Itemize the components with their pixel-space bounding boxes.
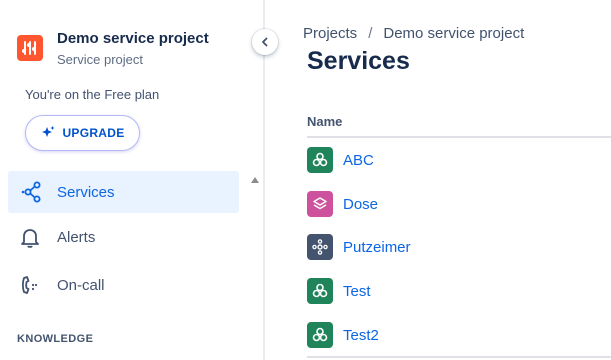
- table-row: Dose: [307, 189, 611, 219]
- chevron-left-icon: [262, 37, 268, 47]
- upgrade-label: UPGRADE: [62, 126, 125, 140]
- breadcrumb-projects[interactable]: Projects: [303, 25, 357, 42]
- layers-icon: [307, 191, 333, 217]
- table-row: Putzeimer: [307, 232, 611, 262]
- section-heading-knowledge: KNOWLEDGE: [17, 333, 94, 345]
- project-type: Service project: [57, 52, 143, 67]
- project-name: Demo service project: [57, 30, 209, 47]
- table-row: Test2: [307, 320, 611, 350]
- sidebar: Demo service project Service project You…: [0, 0, 263, 360]
- service-link[interactable]: Putzeimer: [343, 239, 411, 256]
- upgrade-button[interactable]: UPGRADE: [25, 115, 140, 151]
- breadcrumb: Projects / Demo service project: [303, 25, 524, 42]
- project-header[interactable]: Demo service project Service project: [17, 29, 209, 69]
- sidebar-item-label: Alerts: [57, 228, 96, 246]
- cluster-icon: [307, 147, 333, 173]
- sidebar-item-alerts[interactable]: Alerts: [8, 216, 239, 258]
- plan-status-text: You're on the Free plan: [25, 87, 160, 102]
- breadcrumb-project[interactable]: Demo service project: [383, 25, 524, 42]
- sidebar-item-services[interactable]: Services: [8, 171, 239, 213]
- service-link[interactable]: Dose: [343, 196, 378, 213]
- on-call-icon: [18, 273, 42, 297]
- cluster-icon: [307, 278, 333, 304]
- column-header-name[interactable]: Name: [307, 114, 342, 129]
- collapse-sidebar-button[interactable]: [252, 29, 278, 55]
- table-row: ABC: [307, 145, 611, 175]
- cluster-icon: [307, 322, 333, 348]
- sparkle-icon: [42, 126, 55, 137]
- sidebar-item-on-call[interactable]: On-call: [8, 264, 239, 306]
- services-icon: [18, 180, 42, 204]
- sidebar-item-label: On-call: [57, 276, 105, 294]
- nodes-icon: [307, 234, 333, 260]
- table-bottom-divider: [307, 356, 611, 358]
- page-title: Services: [307, 47, 410, 75]
- breadcrumb-separator: /: [368, 25, 373, 42]
- service-link[interactable]: Test2: [343, 327, 379, 344]
- sidebar-item-label: Services: [57, 183, 115, 201]
- table-row: Test: [307, 276, 611, 306]
- scroll-up-arrow-icon[interactable]: [251, 177, 259, 183]
- header-divider: [307, 136, 611, 138]
- bell-icon: [18, 225, 42, 249]
- service-link[interactable]: Test: [343, 283, 371, 300]
- project-avatar-icon: [17, 35, 43, 61]
- service-link[interactable]: ABC: [343, 152, 374, 169]
- main-content: Projects / Demo service project Services…: [265, 0, 611, 360]
